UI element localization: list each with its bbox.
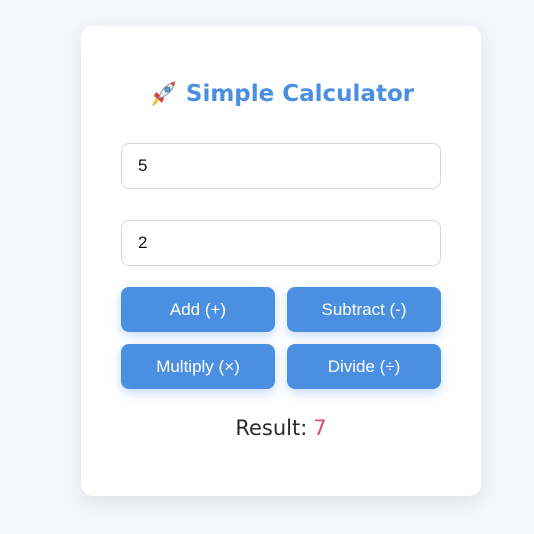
- multiply-button[interactable]: Multiply (×): [121, 344, 275, 389]
- rocket-icon: [148, 79, 178, 109]
- add-button[interactable]: Add (+): [121, 287, 275, 332]
- page-title: Simple Calculator: [81, 78, 481, 110]
- result-display: Result: 7: [81, 416, 481, 440]
- title-text: Simple Calculator: [185, 81, 415, 107]
- result-value: 7: [313, 416, 327, 440]
- divide-button[interactable]: Divide (÷): [287, 344, 441, 389]
- second-number-input[interactable]: [121, 220, 441, 266]
- first-number-input[interactable]: [121, 143, 441, 189]
- result-label: Result:: [235, 416, 308, 440]
- calculator-card: Simple Calculator Add (+) Subtract (-) M…: [81, 26, 481, 496]
- subtract-button[interactable]: Subtract (-): [287, 287, 441, 332]
